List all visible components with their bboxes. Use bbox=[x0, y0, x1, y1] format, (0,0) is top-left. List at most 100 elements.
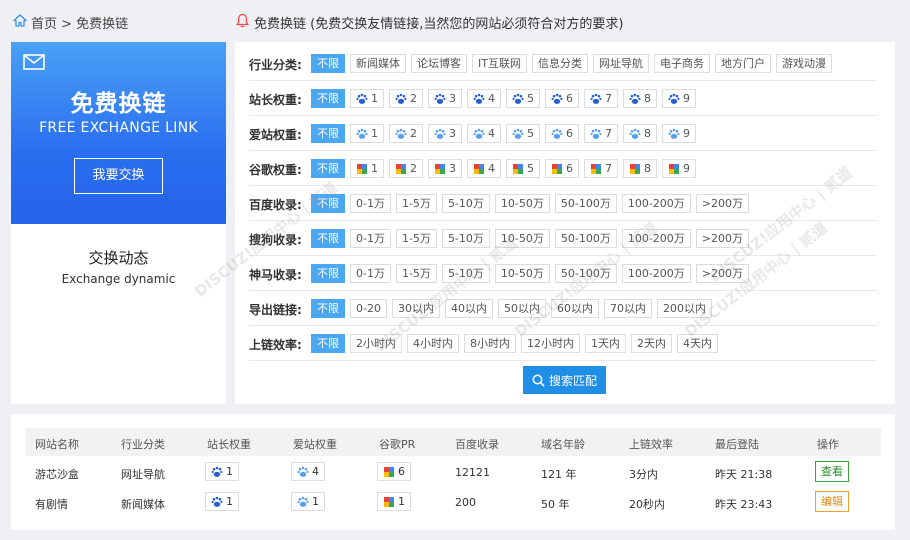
webmaster-weight: 1 bbox=[205, 492, 239, 511]
filter-option[interactable]: 4小时内 bbox=[407, 334, 459, 353]
edit-button[interactable]: 编辑 bbox=[815, 491, 849, 512]
filter-option-label: 2 bbox=[410, 92, 417, 105]
breadcrumb[interactable]: 首页 > 免费换链 bbox=[31, 13, 128, 32]
filter-option[interactable]: IT互联网 bbox=[472, 54, 527, 73]
filter-option[interactable]: 3 bbox=[428, 159, 462, 178]
filter-option-any[interactable]: 不限 bbox=[311, 229, 345, 248]
filter-option[interactable]: 0-1万 bbox=[350, 264, 391, 283]
filter-option[interactable]: 3 bbox=[428, 89, 462, 108]
paw-light-icon bbox=[551, 128, 563, 139]
filter-option[interactable]: 5-10万 bbox=[441, 264, 490, 283]
filter-option[interactable]: 新闻媒体 bbox=[350, 54, 406, 73]
filter-option[interactable]: 10-50万 bbox=[494, 194, 550, 213]
filter-option[interactable]: 信息分类 bbox=[531, 54, 588, 73]
filter-option[interactable]: 4天内 bbox=[677, 334, 718, 353]
filter-option[interactable]: 40以内 bbox=[444, 299, 493, 318]
filter-option[interactable]: 5-10万 bbox=[441, 229, 490, 248]
exchange-button[interactable]: 我要交换 bbox=[74, 158, 163, 194]
filter-option[interactable]: 9 bbox=[662, 159, 696, 178]
filter-option-any[interactable]: 不限 bbox=[311, 334, 345, 353]
filter-option[interactable]: 100-200万 bbox=[621, 229, 691, 248]
filter-option[interactable]: 12小时内 bbox=[521, 334, 580, 353]
filter-option[interactable]: 5 bbox=[506, 159, 540, 178]
filter-option[interactable]: 30以内 bbox=[391, 299, 440, 318]
filter-option[interactable]: 5 bbox=[506, 89, 540, 108]
filter-option[interactable]: 9 bbox=[662, 89, 696, 108]
filter-option[interactable]: >200万 bbox=[695, 264, 750, 283]
filter-option-label: 4 bbox=[488, 127, 495, 140]
filter-option-any[interactable]: 不限 bbox=[311, 264, 345, 283]
filter-option[interactable]: 2 bbox=[389, 159, 423, 178]
filter-option-any[interactable]: 不限 bbox=[311, 89, 345, 108]
filter-option[interactable]: 50-100万 bbox=[554, 264, 617, 283]
filter-option-label: 50-100万 bbox=[560, 197, 611, 210]
filter-option-any[interactable]: 不限 bbox=[311, 124, 345, 143]
filter-option[interactable]: 8 bbox=[623, 124, 657, 143]
filter-option[interactable]: 2 bbox=[389, 89, 423, 108]
filter-option[interactable]: 7 bbox=[584, 159, 618, 178]
filter-option[interactable]: 50以内 bbox=[497, 299, 546, 318]
filter-option[interactable]: 1-5万 bbox=[395, 264, 437, 283]
filter-option[interactable]: 50-100万 bbox=[554, 229, 617, 248]
filter-option[interactable]: 电子商务 bbox=[653, 54, 710, 73]
filter-option[interactable]: 7 bbox=[584, 124, 618, 143]
filter-option[interactable]: 8小时内 bbox=[464, 334, 516, 353]
filter-option[interactable]: 10-50万 bbox=[494, 229, 550, 248]
filter-options: 不限 1 2 3 4 5 6 7 8 9 bbox=[311, 89, 696, 108]
filter-option-label: 1-5万 bbox=[401, 232, 431, 245]
filter-option[interactable]: 4 bbox=[467, 89, 501, 108]
filter-option-any[interactable]: 不限 bbox=[311, 159, 345, 178]
filter-option[interactable]: 6 bbox=[545, 159, 579, 178]
filter-option-any[interactable]: 不限 bbox=[311, 194, 345, 213]
filter-option[interactable]: 7 bbox=[584, 89, 618, 108]
filter-option[interactable]: 70以内 bbox=[603, 299, 652, 318]
filter-option[interactable]: >200万 bbox=[695, 194, 750, 213]
home-icon[interactable] bbox=[13, 14, 27, 27]
filter-option[interactable]: 0-20 bbox=[350, 299, 387, 318]
filter-option[interactable]: 论坛博客 bbox=[411, 54, 467, 73]
filter-option[interactable]: 1天内 bbox=[585, 334, 626, 353]
filter-option[interactable]: 2天内 bbox=[631, 334, 672, 353]
filter-option[interactable]: 5-10万 bbox=[441, 194, 490, 213]
filter-option[interactable]: 8 bbox=[623, 89, 657, 108]
filter-option[interactable]: 地方门户 bbox=[714, 54, 771, 73]
filter-option[interactable]: 1 bbox=[350, 89, 384, 108]
filter-label: 谷歌权重: bbox=[249, 163, 302, 177]
filter-option-any[interactable]: 不限 bbox=[311, 54, 345, 73]
filter-option[interactable]: >200万 bbox=[695, 229, 750, 248]
view-button[interactable]: 查看 bbox=[815, 461, 849, 482]
filter-option[interactable]: 游戏动漫 bbox=[775, 54, 832, 73]
filter-option[interactable]: 1 bbox=[350, 124, 384, 143]
filter-option[interactable]: 200以内 bbox=[656, 299, 712, 318]
filter-option[interactable]: 1-5万 bbox=[395, 229, 437, 248]
filter-option-label: 5-10万 bbox=[447, 197, 484, 210]
filter-option[interactable]: 3 bbox=[428, 124, 462, 143]
filter-option[interactable]: 0-1万 bbox=[350, 229, 391, 248]
bell-icon bbox=[236, 13, 249, 28]
filter-option[interactable]: 6 bbox=[545, 124, 579, 143]
filter-option[interactable]: 2 bbox=[389, 124, 423, 143]
filter-option[interactable]: 1 bbox=[350, 159, 384, 178]
search-match-button[interactable]: 搜索匹配 bbox=[523, 366, 606, 394]
filter-option[interactable]: 50-100万 bbox=[554, 194, 617, 213]
filter-option[interactable]: 100-200万 bbox=[621, 264, 691, 283]
hero-subtitle: FREE EXCHANGE LINK bbox=[39, 120, 198, 136]
filter-option[interactable]: 2小时内 bbox=[350, 334, 402, 353]
filter-option-any[interactable]: 不限 bbox=[311, 299, 345, 318]
filter-option[interactable]: 0-1万 bbox=[350, 194, 391, 213]
filter-option-label: 5 bbox=[527, 127, 534, 140]
filter-option[interactable]: 10-50万 bbox=[494, 264, 550, 283]
filter-option[interactable]: 9 bbox=[662, 124, 696, 143]
filter-option[interactable]: 4 bbox=[467, 159, 501, 178]
top-bar: 首页 > 免费换链 免费换链 (免费交换友情链接,当然您的网站必须符合对方的要求… bbox=[0, 0, 910, 42]
filter-option[interactable]: 6 bbox=[545, 89, 579, 108]
filter-option[interactable]: 4 bbox=[467, 124, 501, 143]
filter-option[interactable]: 8 bbox=[623, 159, 657, 178]
filter-option-label: 3 bbox=[449, 127, 456, 140]
filter-option[interactable]: 网址导航 bbox=[592, 54, 649, 73]
paw-icon bbox=[395, 93, 407, 104]
filter-option[interactable]: 100-200万 bbox=[621, 194, 691, 213]
filter-option[interactable]: 60以内 bbox=[550, 299, 599, 318]
filter-option[interactable]: 1-5万 bbox=[395, 194, 437, 213]
filter-option[interactable]: 5 bbox=[506, 124, 540, 143]
